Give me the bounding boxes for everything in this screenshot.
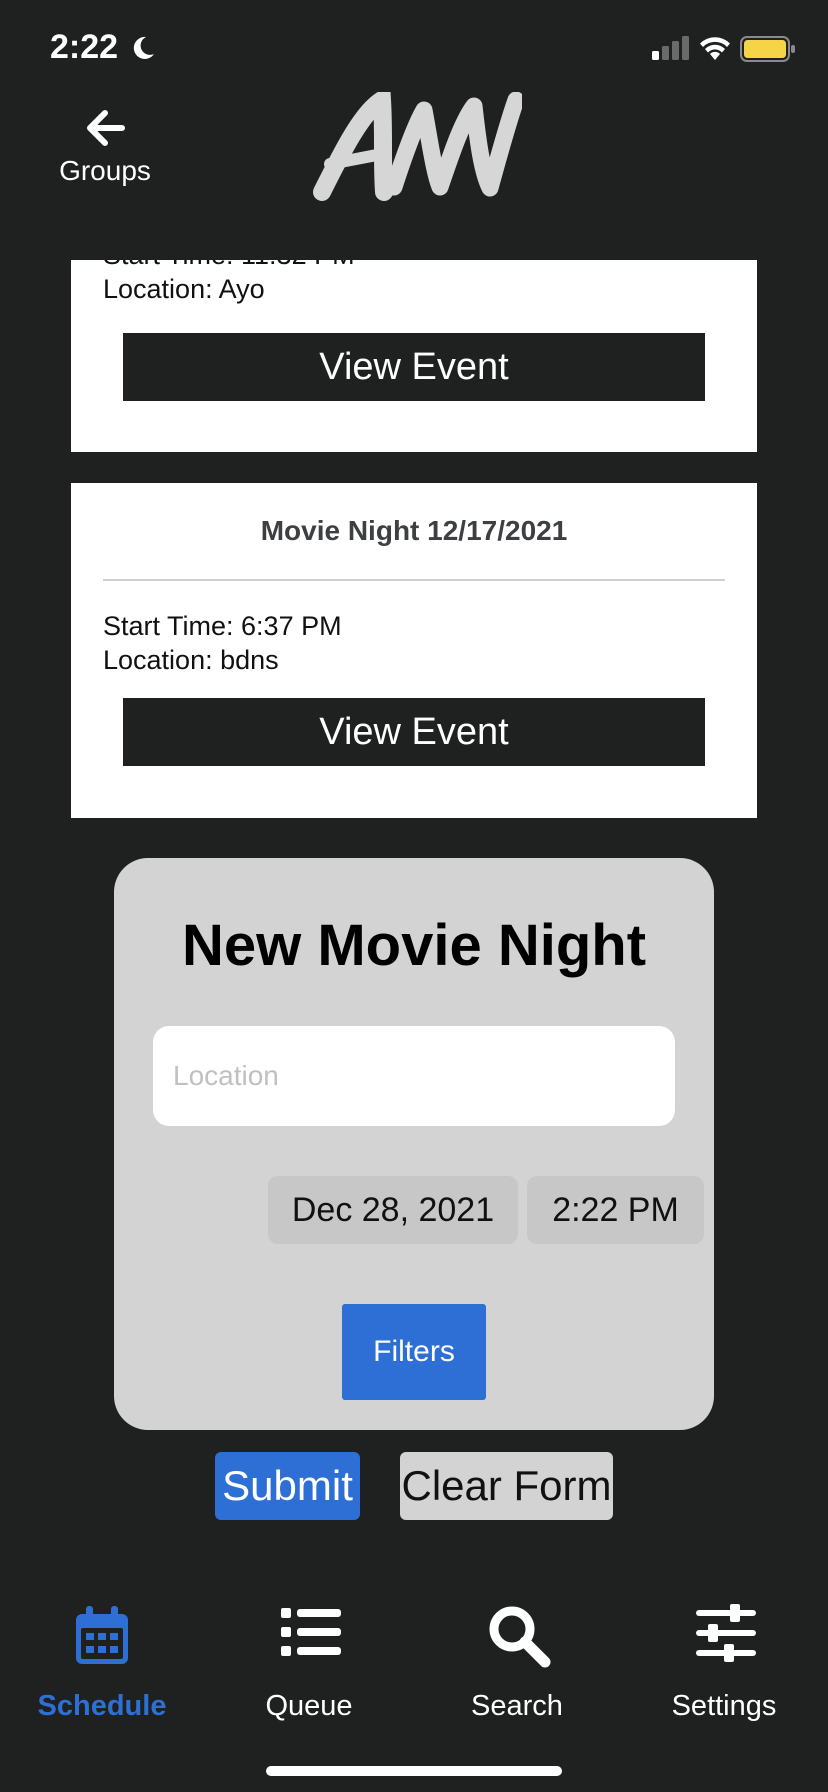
view-event-button[interactable]: View Event: [123, 333, 705, 401]
app-logo: [313, 92, 522, 201]
event-title: Movie Night 12/17/2021: [260, 515, 568, 546]
clear-form-button[interactable]: Clear Form: [400, 1452, 613, 1520]
tab-label: Settings: [671, 1690, 777, 1722]
event-location: Location: Ayo: [103, 274, 265, 304]
status-time: 2:22: [50, 28, 119, 66]
wifi-icon: [700, 37, 730, 60]
divider: [103, 579, 725, 581]
event-card: Start Time: 11:32 PM Location: Ayo View …: [71, 260, 757, 452]
event-start-time: Start Time: 11:32 PM: [103, 260, 355, 271]
events-scroll-area[interactable]: Start Time: 11:32 PM Location: Ayo View …: [0, 260, 828, 1585]
back-to-groups-button[interactable]: Groups: [50, 110, 160, 200]
back-label: Groups: [59, 155, 151, 186]
calendar-icon: [76, 1606, 128, 1664]
event-start-time: Start Time: 6:37 PM: [103, 611, 342, 641]
tab-label: Search: [471, 1690, 563, 1722]
date-picker[interactable]: Dec 28, 2021: [268, 1176, 518, 1244]
event-location: Location: bdns: [103, 645, 279, 675]
new-movie-night-form: New Movie Night Dec 28, 2021 2:22 PM Fil…: [114, 858, 714, 1430]
tab-label: Queue: [265, 1690, 353, 1722]
battery-icon: [740, 36, 795, 62]
submit-button[interactable]: Submit: [215, 1452, 360, 1520]
tab-schedule[interactable]: Schedule: [12, 1600, 192, 1722]
tab-label: Schedule: [37, 1690, 167, 1722]
tab-queue[interactable]: Queue: [219, 1600, 399, 1722]
search-icon: [489, 1606, 551, 1668]
moon-icon: [133, 36, 154, 59]
tab-search[interactable]: Search: [427, 1600, 607, 1722]
home-indicator[interactable]: [266, 1766, 562, 1776]
arrow-left-icon: [87, 110, 125, 146]
list-icon: [281, 1608, 341, 1656]
cellular-signal-icon: [652, 36, 689, 60]
view-event-button[interactable]: View Event: [123, 698, 705, 766]
filters-button[interactable]: Filters: [342, 1304, 486, 1400]
tab-settings[interactable]: Settings: [634, 1600, 814, 1722]
form-title: New Movie Night: [181, 913, 647, 978]
location-input[interactable]: [153, 1026, 675, 1126]
sliders-icon: [696, 1604, 756, 1662]
time-picker[interactable]: 2:22 PM: [527, 1176, 704, 1244]
event-card: Movie Night 12/17/2021 Start Time: 6:37 …: [71, 483, 757, 818]
